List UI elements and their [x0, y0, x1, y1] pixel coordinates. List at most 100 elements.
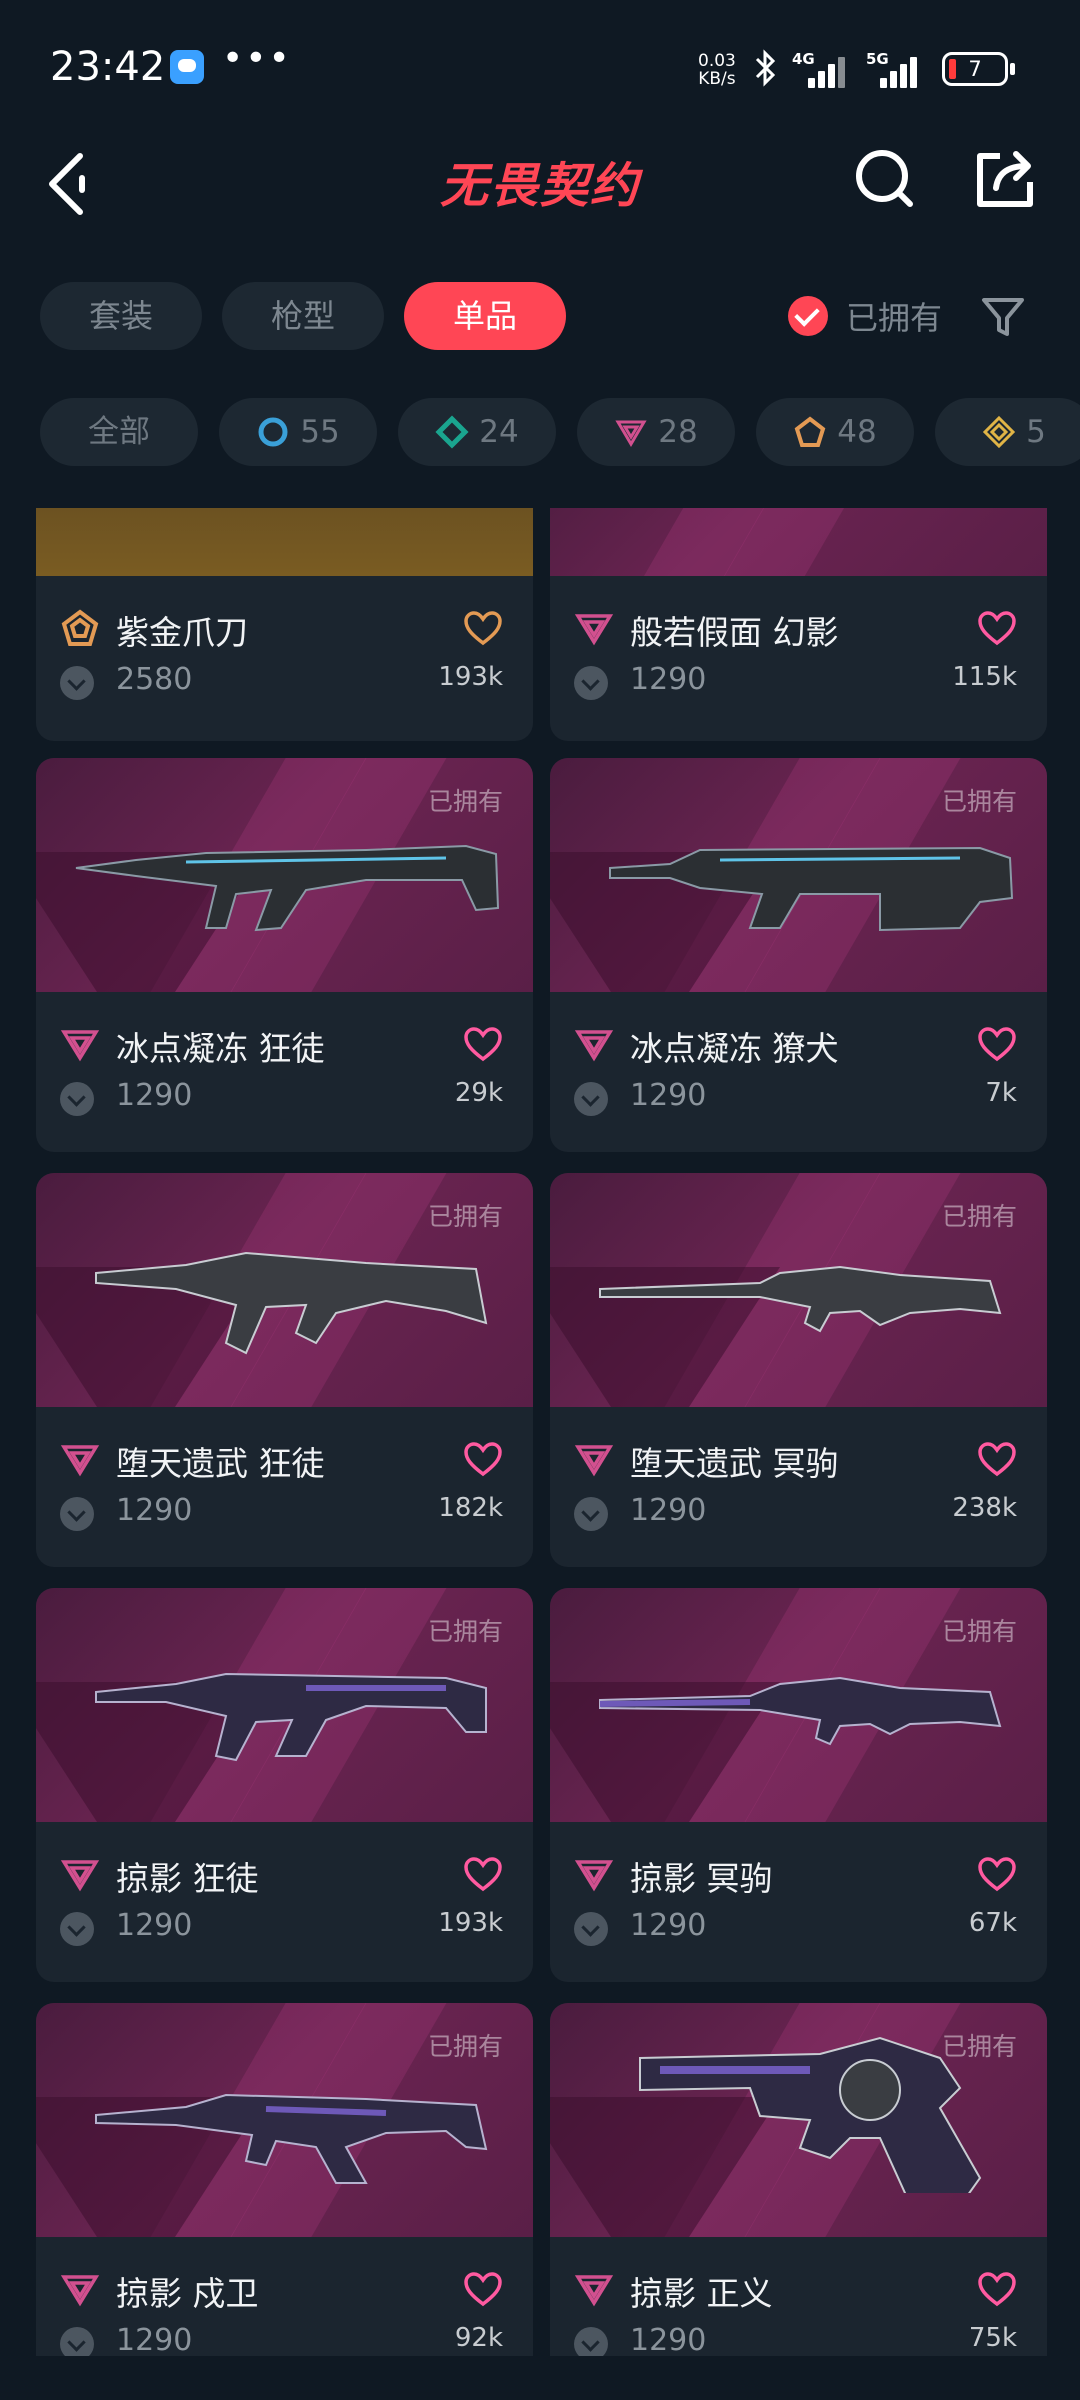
battery-level: 7	[968, 57, 982, 81]
more-notifications-icon: •••	[222, 38, 292, 79]
item-card[interactable]: 已拥有 掠影 正义 1290 75k	[550, 2003, 1047, 2356]
item-card[interactable]: 般若假面 幻影 1290 115k	[550, 508, 1047, 741]
favorite-icon[interactable]	[977, 610, 1017, 646]
chip-deluxe[interactable]: 24	[398, 398, 556, 466]
tab-bundles[interactable]: 套装	[40, 282, 202, 350]
owned-badge: 已拥有	[427, 1202, 503, 1231]
item-card[interactable]: 已拥有 冰点凝冻 狂徒 1290 29k	[36, 758, 533, 1152]
item-card[interactable]: 已拥有 堕天遗武 狂徒 1290 182k	[36, 1173, 533, 1567]
favorite-icon[interactable]	[463, 610, 503, 646]
exclusive-tier-icon	[794, 416, 826, 447]
valorant-points-icon	[574, 2327, 608, 2356]
item-name: 般若假面 幻影	[630, 613, 839, 652]
chip-exclusive[interactable]: 48	[756, 398, 914, 466]
checked-icon	[788, 296, 828, 336]
ultra-tier-icon	[983, 415, 1016, 449]
owned-badge: 已拥有	[941, 1202, 1017, 1231]
valorant-points-icon	[60, 666, 94, 700]
valorant-points-icon	[574, 666, 608, 700]
owned-filter-label: 已拥有	[846, 299, 943, 337]
item-name: 掠影 戍卫	[116, 2274, 259, 2313]
valorant-points-icon	[574, 1082, 608, 1116]
valorant-points-icon	[60, 1082, 94, 1116]
item-likes: 238k	[952, 1493, 1017, 1523]
weapon-image	[609, 846, 1014, 932]
chip-premium-count: 28	[658, 414, 698, 450]
chip-premium[interactable]: 28	[577, 398, 735, 466]
premium-tier-icon	[574, 614, 614, 646]
back-icon[interactable]	[40, 144, 100, 224]
premium-tier-icon	[574, 1445, 614, 1477]
network-speed-value: 0.03	[698, 51, 736, 71]
item-card[interactable]: 已拥有 掠影 狂徒 1290 193k	[36, 1588, 533, 1982]
search-icon[interactable]	[850, 144, 920, 214]
message-app-icon	[170, 50, 204, 84]
chip-all-label: 全部	[88, 414, 150, 450]
network-speed-unit: KB/s	[698, 69, 736, 89]
valorant-points-icon	[60, 2327, 94, 2356]
item-likes: 193k	[438, 1908, 503, 1938]
item-likes: 29k	[454, 1078, 503, 1108]
chip-select-count: 55	[300, 414, 340, 450]
owned-badge: 已拥有	[941, 1617, 1017, 1646]
weapon-image	[95, 1251, 488, 1355]
item-name: 堕天遗武 冥驹	[630, 1444, 839, 1483]
premium-tier-icon	[60, 1860, 100, 1892]
app-header: 无畏契约	[0, 130, 1080, 240]
chip-all[interactable]: 全部	[40, 398, 198, 466]
premium-tier-icon	[60, 1030, 100, 1062]
favorite-icon[interactable]	[463, 1026, 503, 1062]
signal-1-icon	[808, 52, 854, 88]
favorite-icon[interactable]	[977, 2271, 1017, 2307]
favorite-icon[interactable]	[977, 1856, 1017, 1892]
favorite-icon[interactable]	[463, 2271, 503, 2307]
item-price: 1290	[630, 1078, 707, 1113]
network-speed: 0.03 KB/s	[698, 52, 736, 88]
status-bar: 23:42 ••• 0.03 KB/s 4G 5G 7	[0, 0, 1080, 130]
favorite-icon[interactable]	[463, 1856, 503, 1892]
owned-badge: 已拥有	[941, 787, 1017, 816]
battery-icon: 7	[942, 52, 1008, 86]
item-name: 冰点凝冻 狂徒	[116, 1029, 325, 1068]
owned-filter-toggle[interactable]: 已拥有	[788, 282, 942, 350]
item-name: 掠影 狂徒	[116, 1859, 259, 1898]
item-likes: 115k	[952, 662, 1017, 692]
item-price: 1290	[630, 1908, 707, 1943]
item-image	[36, 508, 533, 576]
favorite-icon[interactable]	[463, 1441, 503, 1477]
item-likes: 7k	[985, 1078, 1017, 1108]
premium-tier-icon	[615, 420, 647, 447]
favorite-icon[interactable]	[977, 1026, 1017, 1062]
premium-tier-icon	[60, 1445, 100, 1477]
chip-ultra-count: 5	[1026, 414, 1046, 450]
signal-2-icon	[880, 52, 926, 88]
valorant-points-icon	[60, 1912, 94, 1946]
owned-badge: 已拥有	[427, 1617, 503, 1646]
weapon-image	[95, 1672, 487, 1762]
filter-icon[interactable]	[980, 294, 1026, 340]
item-likes: 193k	[438, 662, 503, 692]
weapon-image	[95, 2093, 488, 2184]
share-icon[interactable]	[970, 144, 1040, 214]
weapon-image	[599, 1265, 1002, 1333]
item-card[interactable]: 已拥有 冰点凝冻 獠犬 1290 7k	[550, 758, 1047, 1152]
item-card[interactable]: 已拥有 堕天遗武 冥驹 1290 238k	[550, 1173, 1047, 1567]
item-price: 1290	[630, 662, 707, 697]
chip-select[interactable]: 55	[219, 398, 377, 466]
owned-badge: 已拥有	[427, 787, 503, 816]
chip-ultra[interactable]: 5	[935, 398, 1080, 466]
item-card[interactable]: 紫金爪刀 2580 193k	[36, 508, 533, 741]
item-price: 1290	[116, 1078, 193, 1113]
favorite-icon[interactable]	[977, 1441, 1017, 1477]
tab-items[interactable]: 单品	[404, 282, 566, 350]
item-card[interactable]: 已拥有 掠影 冥驹 1290 67k	[550, 1588, 1047, 1982]
item-price: 1290	[116, 2323, 193, 2356]
owned-badge: 已拥有	[427, 2032, 503, 2061]
item-likes: 92k	[454, 2323, 503, 2353]
premium-tier-icon	[60, 2275, 100, 2307]
premium-tier-icon	[574, 1860, 614, 1892]
owned-badge: 已拥有	[941, 2032, 1017, 2061]
item-image	[550, 508, 1047, 576]
item-card[interactable]: 已拥有 掠影 戍卫 1290 92k	[36, 2003, 533, 2356]
tab-weapon-types[interactable]: 枪型	[222, 282, 384, 350]
